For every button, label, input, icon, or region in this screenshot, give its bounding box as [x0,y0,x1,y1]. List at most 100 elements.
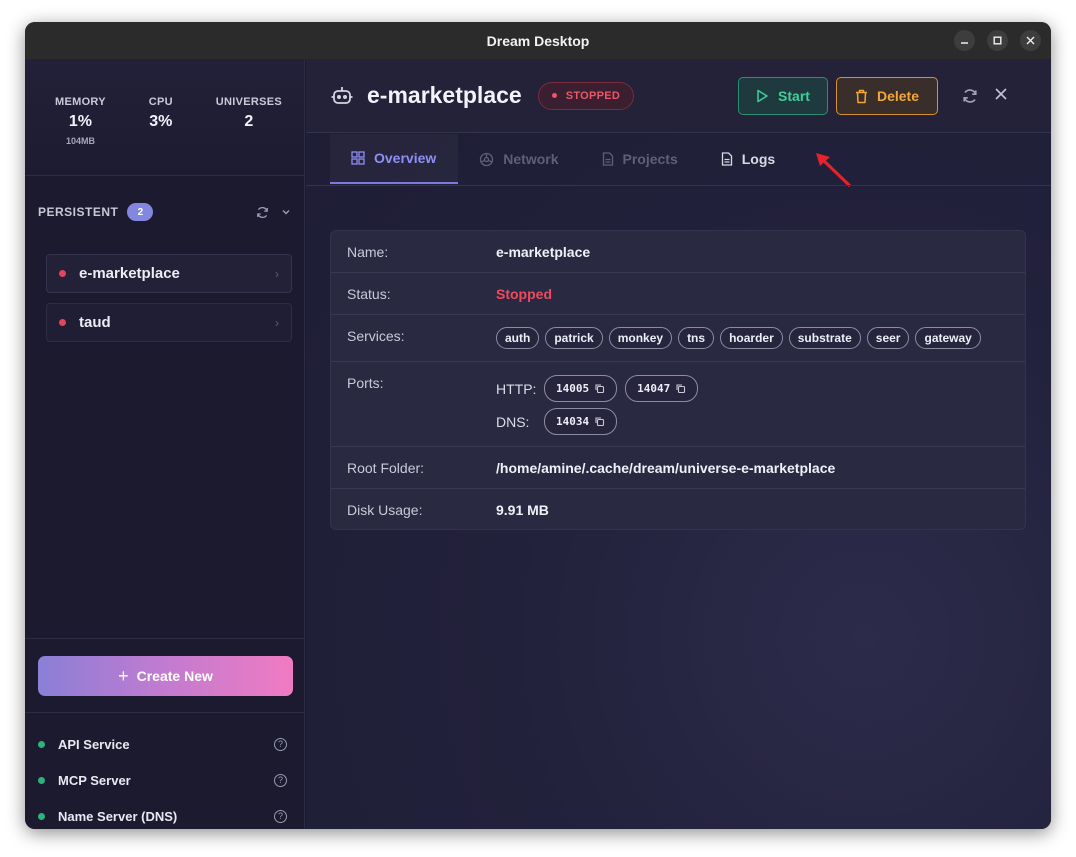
tab-divider [306,185,1051,186]
help-icon[interactable]: ? [274,737,287,751]
create-new-button[interactable]: + Create New [38,656,293,696]
universe-name: taud [79,314,111,331]
detail-value: /home/amine/.cache/dream/universe-e-mark… [496,460,836,476]
copy-icon [676,384,686,394]
status-dot [38,776,45,784]
detail-row-root-folder: Root Folder: /home/amine/.cache/dream/un… [331,447,1025,489]
tab-label: Overview [374,150,437,166]
maximize-button[interactable] [987,30,1008,51]
stat-label: UNIVERSES [215,96,282,108]
chevron-right-icon: › [275,266,279,281]
refresh-icon[interactable] [256,206,269,219]
document-icon [721,152,732,166]
status-dot [59,319,66,326]
universe-item-e-marketplace[interactable]: e-marketplace › [46,254,292,293]
service-name: API Service [58,736,130,752]
tab-projects[interactable]: Projects [581,134,700,184]
dns-ports: DNS: 14034 [496,408,706,435]
service-dns: Name Server (DNS) ? [38,798,287,829]
http-ports: HTTP: 14005 14047 [496,375,706,402]
minimize-icon [961,42,968,44]
service-chip: monkey [608,327,673,349]
detail-value: Stopped [496,286,552,302]
memory-stat: MEMORY 1% 104MB [55,59,106,175]
refresh-icon[interactable] [962,88,978,104]
service-chip: tns [678,327,715,349]
tab-logs[interactable]: Logs [700,134,797,184]
section-title: PERSISTENT [38,205,119,219]
service-chip: auth [496,327,540,349]
stat-sub: 104MB [65,136,95,146]
ports-block: HTTP: 14005 14047 DNS: 14034 [496,362,706,446]
chevron-down-icon[interactable] [281,207,291,217]
universe-list: e-marketplace › taud › [25,248,304,342]
count-badge: 2 [127,203,154,221]
persistent-section-header: PERSISTENT 2 [25,176,304,248]
port-chip[interactable]: 14034 [544,408,618,435]
close-icon [1026,36,1035,45]
tab-bar: Overview Network Projects Logs [330,134,797,184]
port-number: 14047 [637,382,671,395]
status-dot [551,93,557,98]
service-chips: auth patrick monkey tns hoarder substrat… [496,315,981,361]
universes-stat: UNIVERSES 2 [216,59,282,175]
universe-item-taud[interactable]: taud › [46,303,292,342]
port-label: HTTP: [496,380,537,397]
close-window-button[interactable] [1020,30,1041,51]
minimize-button[interactable] [954,30,975,51]
overview-card: Name: e-marketplace Status: Stopped Serv… [330,230,1026,530]
status-badge: STOPPED [537,81,635,110]
universe-header: e-marketplace STOPPED Start Delete [306,59,1051,133]
tab-label: Network [503,151,559,167]
help-icon[interactable]: ? [274,809,287,823]
port-chip[interactable]: 14005 [544,375,618,402]
grid-icon [351,151,365,165]
stat-value: 1% [68,113,93,130]
tab-label: Logs [741,151,776,167]
detail-row-disk-usage: Disk Usage: 9.91 MB [331,489,1025,531]
tab-overview[interactable]: Overview [330,134,459,184]
detail-label: Ports: [347,375,384,391]
detail-label: Status: [347,286,391,302]
title-bar: Dream Desktop [25,22,1051,59]
service-chip: seer [866,327,910,349]
copy-icon [595,384,605,394]
status-dot [38,740,45,748]
tab-network[interactable]: Network [458,134,580,184]
service-api: API Service ? [38,726,287,762]
port-chip[interactable]: 14047 [625,375,699,402]
close-icon[interactable] [994,87,1008,101]
system-stats: MEMORY 1% 104MB CPU 3% UNIVERSES 2 [25,59,304,176]
help-icon[interactable]: ? [274,773,287,787]
detail-row-name: Name: e-marketplace [331,231,1025,273]
service-name: MCP Server [58,772,131,788]
service-chip: substrate [788,327,861,349]
detail-label: Services: [347,328,405,344]
service-chip: gateway [915,327,981,349]
start-label: Start [778,88,810,104]
port-label: DNS: [496,413,530,430]
network-icon [480,152,494,166]
detail-row-status: Status: Stopped [331,273,1025,315]
detail-label: Disk Usage: [347,502,423,518]
stat-value: 3% [149,113,173,130]
robot-icon [331,86,353,104]
stat-label: MEMORY [55,96,106,108]
delete-label: Delete [876,88,920,104]
maximize-icon [993,36,1002,45]
service-chip: hoarder [720,327,783,349]
start-button[interactable]: Start [738,77,828,115]
file-icon [602,152,613,166]
detail-row-services: Services: auth patrick monkey tns hoarde… [331,315,1025,362]
universe-name: e-marketplace [79,265,180,282]
stat-value: 2 [244,113,254,130]
universe-title: e-marketplace [367,82,522,108]
service-chip: patrick [545,327,603,349]
detail-label: Name: [347,244,389,260]
delete-button[interactable]: Delete [836,77,938,115]
sidebar: MEMORY 1% 104MB CPU 3% UNIVERSES 2 PERSI… [25,59,305,829]
play-icon [757,89,768,103]
detail-label: Root Folder: [347,460,425,476]
window-title: Dream Desktop [486,32,590,49]
copy-icon [595,417,605,427]
